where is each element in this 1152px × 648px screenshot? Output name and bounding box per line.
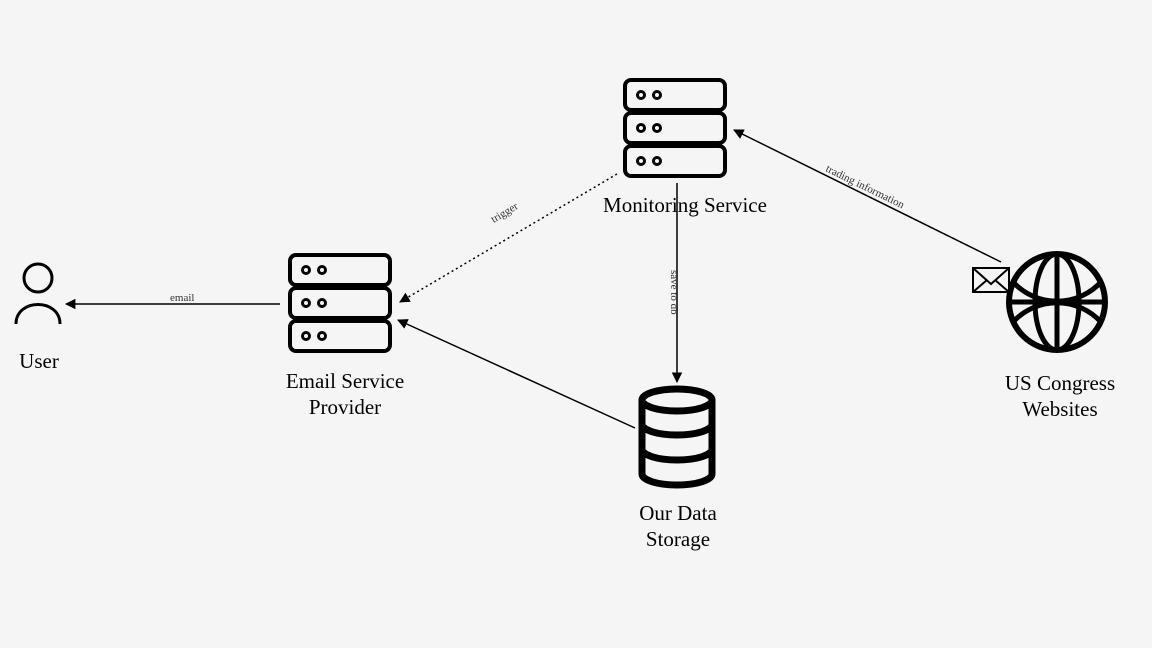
server-icon (290, 255, 390, 351)
storage-label: Our Data Storage (618, 500, 738, 553)
save-edge-label: save to db (668, 270, 680, 315)
email-edge-label: email (170, 292, 194, 304)
user-icon (16, 264, 60, 324)
database-icon (642, 389, 712, 485)
email-service-label: Email Service Provider (275, 368, 415, 421)
arrow-storage-to-email (398, 320, 635, 428)
architecture-diagram (0, 0, 1152, 648)
user-label: User (8, 348, 70, 374)
server-icon (625, 80, 725, 176)
congress-label: US Congress Websites (985, 370, 1135, 423)
monitoring-label: Monitoring Service (585, 192, 785, 218)
envelope-icon (973, 268, 1009, 292)
globe-icon (1009, 254, 1105, 350)
